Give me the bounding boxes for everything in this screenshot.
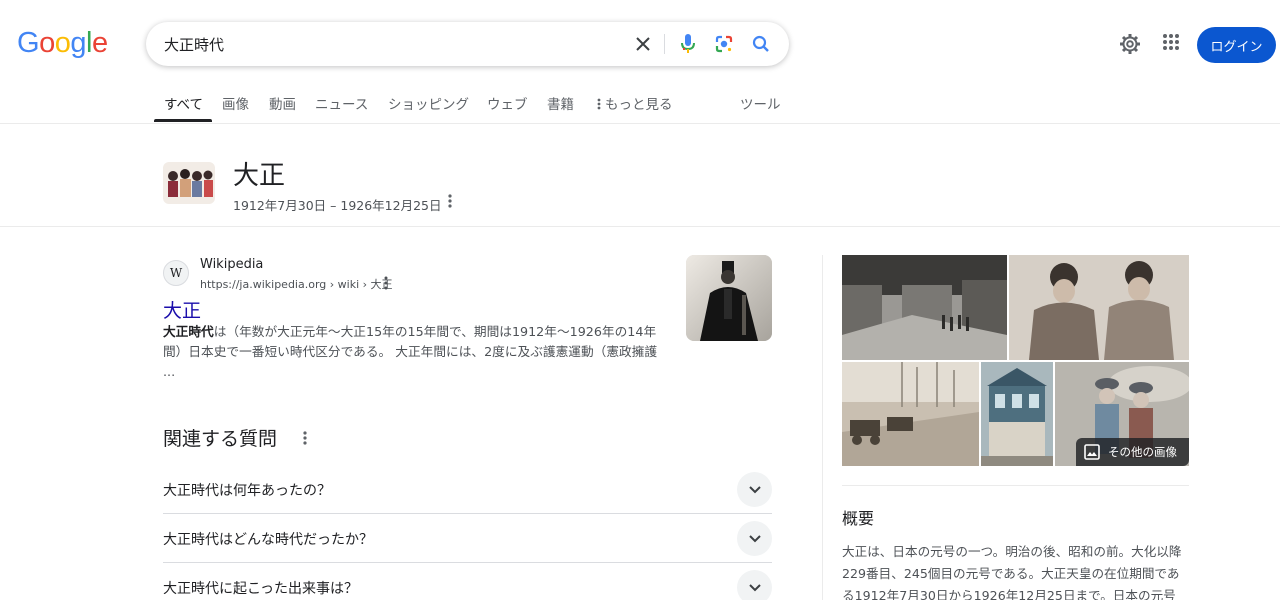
related-question-item[interactable]: 大正時代は何年あったの？ [163,465,772,514]
knowledge-panel-image[interactable] [1009,255,1189,360]
logo-letter: g [70,27,86,59]
knowledge-panel-image[interactable] [981,362,1053,466]
close-icon[interactable] [631,32,655,56]
logo-letter: G [17,27,40,59]
gear-icon[interactable] [1119,33,1143,57]
entity-title: 大正 [233,161,286,191]
result-title-link[interactable]: 大正 [163,296,201,323]
question-text: 大正時代はどんな時代だったか？ [163,532,373,548]
google-logo[interactable]: Google [17,27,108,60]
tab-news[interactable]: ニュース [315,93,368,113]
tab-all[interactable]: すべて [164,93,203,113]
search-box [146,22,789,66]
search-icon[interactable] [749,32,773,56]
result-url[interactable]: https://ja.wikipedia.org › wiki › 大正 [200,276,393,292]
search-tabs: すべて 画像 動画 ニュース ショッピング ウェブ 書籍 もっと見る ツール [0,86,1280,124]
more-images-label: その他の画像 [1108,445,1177,459]
snippet-text: は（年数が大正元年～大正15年の15年間で、期間は1912年～1926年の14年… [163,324,658,379]
image-icon [1084,444,1100,460]
result-thumbnail[interactable] [686,255,772,341]
result-snippet: 大正時代は（年数が大正元年～大正15年の15年間で、期間は1912年～1926年… [163,322,663,382]
question-text: 大正時代に起こった出来事は？ [163,581,359,597]
snippet-bold: 大正時代 [163,324,214,339]
logo-letter: o [39,27,55,59]
knowledge-panel-image[interactable] [842,255,1007,360]
overview-title: 概要 [842,509,875,528]
wikipedia-favicon[interactable]: W [163,260,189,286]
tab-images[interactable]: 画像 [222,93,249,113]
microphone-icon[interactable] [676,32,700,56]
entity-thumbnail[interactable] [163,162,215,204]
more-vert-icon[interactable] [443,192,457,210]
search-divider [664,34,665,54]
panel-separator [842,485,1189,486]
tab-tools[interactable]: ツール [740,93,781,113]
panel-divider [822,255,823,600]
more-vert-icon [597,98,601,110]
chevron-down-icon[interactable] [737,570,772,600]
chevron-down-icon[interactable] [737,472,772,507]
knowledge-panel-image[interactable] [842,362,979,466]
tab-web[interactable]: ウェブ [487,93,528,113]
tab-videos[interactable]: 動画 [269,93,296,113]
header: Google 大正時代 ログイン [0,0,1280,86]
related-question-item[interactable]: 大正時代に起こった出来事は？ [163,563,772,600]
entity-dates: 1912年7月30日 – 1926年12月25日 [233,198,442,213]
login-button[interactable]: ログイン [1197,27,1276,63]
related-question-item[interactable]: 大正時代はどんな時代だったか？ [163,514,772,563]
more-vert-icon[interactable] [298,429,312,447]
logo-letter: e [91,27,108,59]
tab-more[interactable]: もっと見る [596,93,673,113]
tab-books[interactable]: 書籍 [547,93,574,113]
entity-header: 大正 1912年7月30日 – 1926年12月25日 [0,125,1280,227]
overview-text: 大正は、日本の元号の一つ。明治の後、昭和の前。大化以降229番目、245個目の元… [842,544,1182,600]
related-questions-title: 関連する質問 [163,428,278,450]
chevron-down-icon[interactable] [737,521,772,556]
apps-grid-icon[interactable] [1162,33,1186,57]
active-tab-indicator [154,119,212,122]
camera-lens-icon[interactable] [712,32,736,56]
result-site-name[interactable]: Wikipedia [200,257,263,272]
more-images-button[interactable]: その他の画像 [1076,438,1189,466]
question-text: 大正時代は何年あったの？ [163,483,331,499]
more-vert-icon[interactable] [379,275,393,291]
logo-letter: o [54,27,71,59]
tab-more-label: もっと見る [605,97,673,113]
tab-shopping[interactable]: ショッピング [388,93,469,113]
search-input[interactable] [164,32,604,56]
